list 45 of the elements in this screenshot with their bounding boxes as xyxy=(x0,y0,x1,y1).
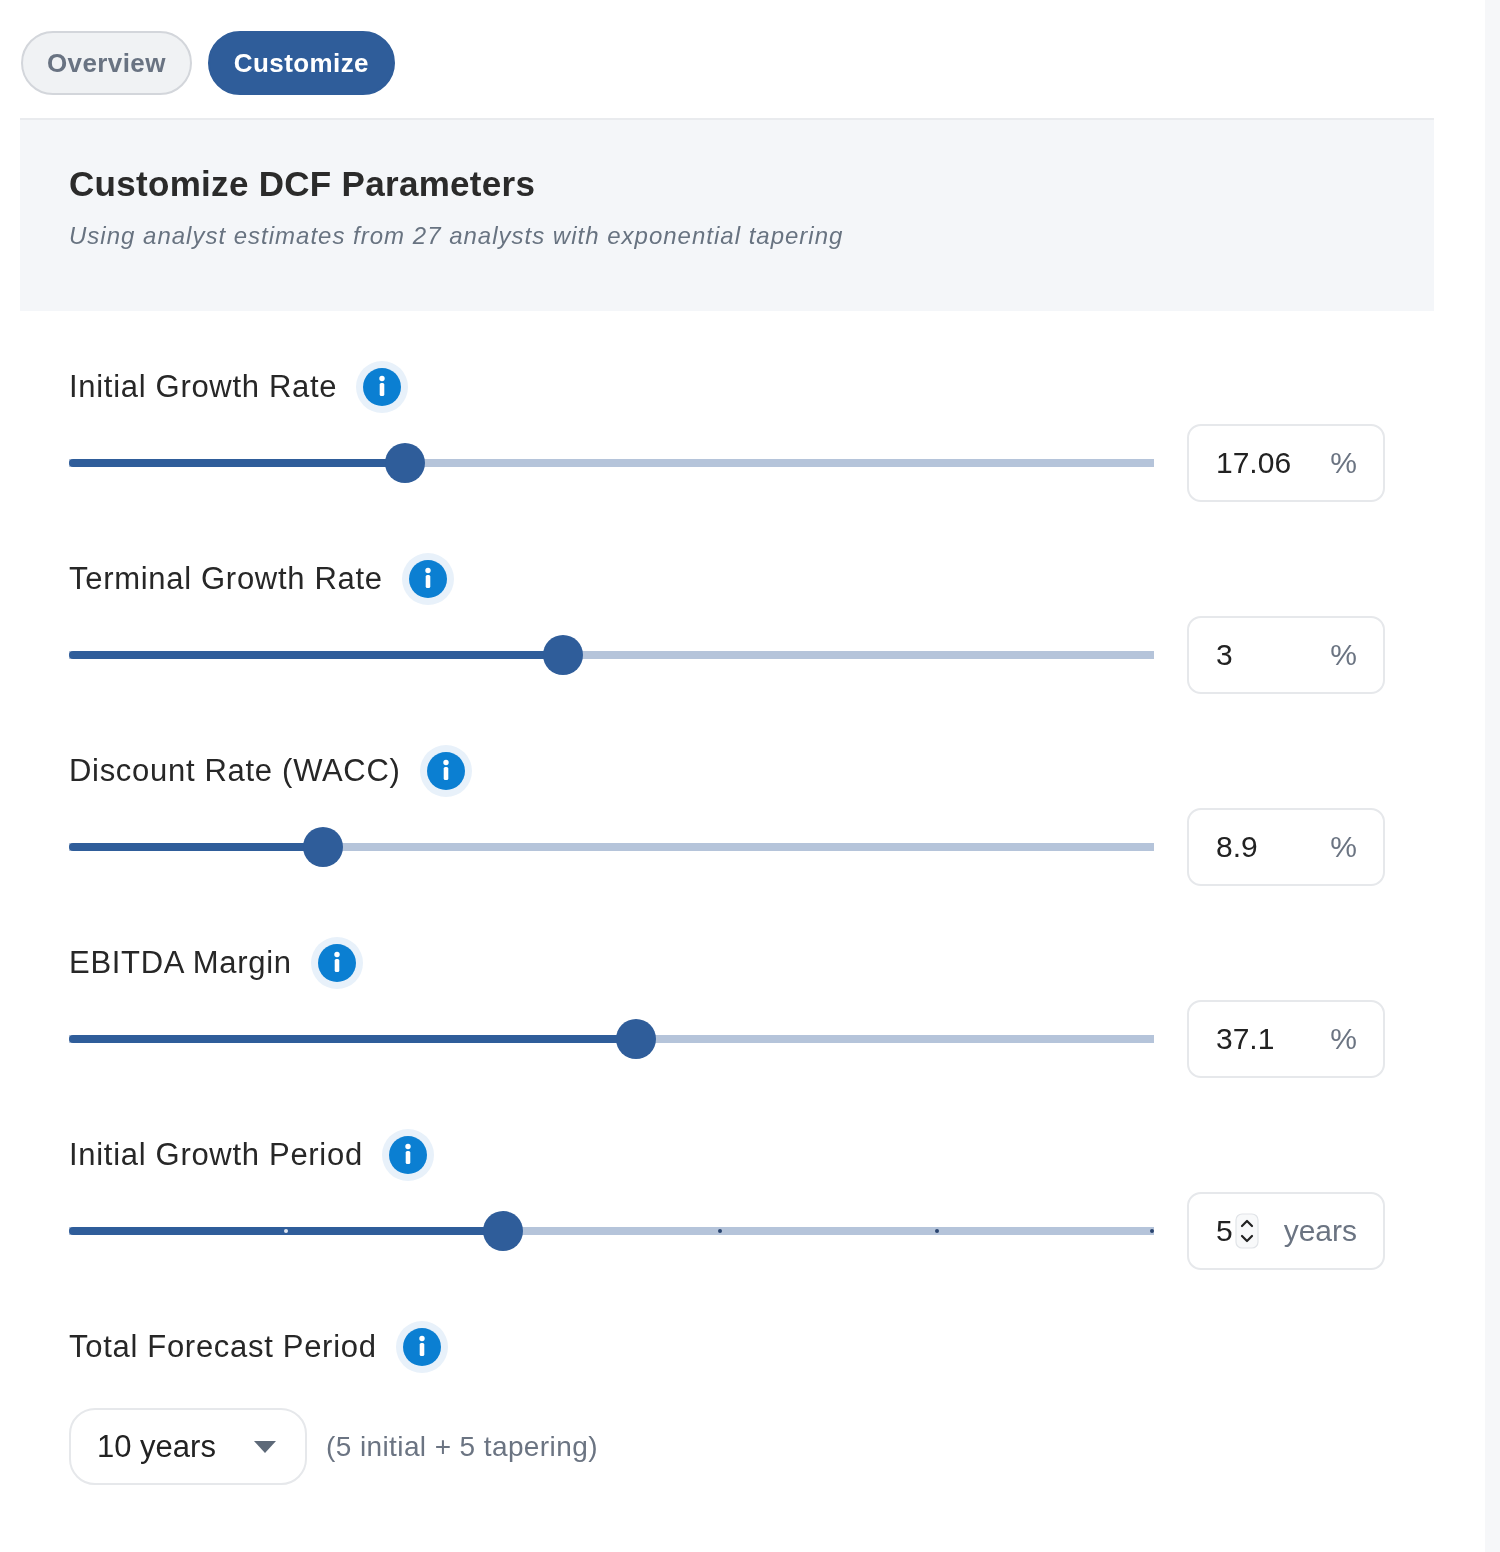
input-value: 5 xyxy=(1216,1214,1233,1248)
slider-thumb[interactable] xyxy=(542,635,583,675)
info-icon[interactable] xyxy=(310,937,363,989)
slider-thumb[interactable] xyxy=(302,827,343,867)
unit-label: % xyxy=(1330,1022,1357,1056)
panel-subtitle: Using analyst estimates from 27 analysts with exponential tapering xyxy=(69,221,845,251)
dropdown-value: 10 years xyxy=(97,1428,216,1465)
tab[interactable]: Overview xyxy=(21,31,192,95)
parameter-label: Discount Rate (WACC) xyxy=(69,752,401,790)
parameter-label: Initial Growth Period xyxy=(69,1136,363,1174)
slider-thumb[interactable] xyxy=(385,443,426,483)
input-value: 8.9 xyxy=(1216,830,1258,864)
spinner-icon[interactable] xyxy=(1234,1213,1259,1249)
forecast-note: (5 initial + 5 tapering) xyxy=(326,1430,598,1463)
number-input[interactable]: 3 % xyxy=(1187,616,1385,694)
tick-mark xyxy=(1150,1229,1154,1233)
input-value: 37.1 xyxy=(1216,1022,1275,1056)
tick-mark xyxy=(284,1229,288,1233)
number-input[interactable]: 5 years xyxy=(1187,1192,1385,1270)
parameter-label: Total Forecast Period xyxy=(69,1328,377,1366)
unit-label: years xyxy=(1283,1214,1357,1248)
unit-label: % xyxy=(1330,446,1357,480)
unit-label: % xyxy=(1330,638,1357,672)
info-icon[interactable] xyxy=(381,1129,434,1181)
info-icon[interactable] xyxy=(401,553,454,605)
number-input[interactable]: 37.1 % xyxy=(1187,1000,1385,1078)
slider-thumb[interactable] xyxy=(616,1019,657,1059)
tab[interactable]: Customize xyxy=(207,31,395,95)
number-input[interactable]: 17.06 % xyxy=(1187,424,1385,502)
parameter-label: EBITDA Margin xyxy=(69,944,292,982)
parameter-label: Initial Growth Rate xyxy=(69,368,338,406)
tick-mark xyxy=(718,1229,722,1233)
caret-icon xyxy=(254,1440,276,1453)
info-icon[interactable] xyxy=(395,1321,448,1373)
slider-thumb[interactable] xyxy=(483,1211,523,1251)
panel-title: Customize DCF Parameters xyxy=(69,163,537,205)
unit-label: % xyxy=(1330,830,1357,864)
tick-mark xyxy=(935,1229,939,1233)
input-value: 17.06 xyxy=(1216,446,1292,480)
info-icon[interactable] xyxy=(419,745,472,797)
info-icon[interactable] xyxy=(356,361,409,413)
parameter-label: Terminal Growth Rate xyxy=(69,560,383,598)
input-value: 3 xyxy=(1216,638,1233,672)
number-input[interactable]: 8.9 % xyxy=(1187,808,1385,886)
dropdown[interactable]: 10 years xyxy=(69,1408,307,1485)
